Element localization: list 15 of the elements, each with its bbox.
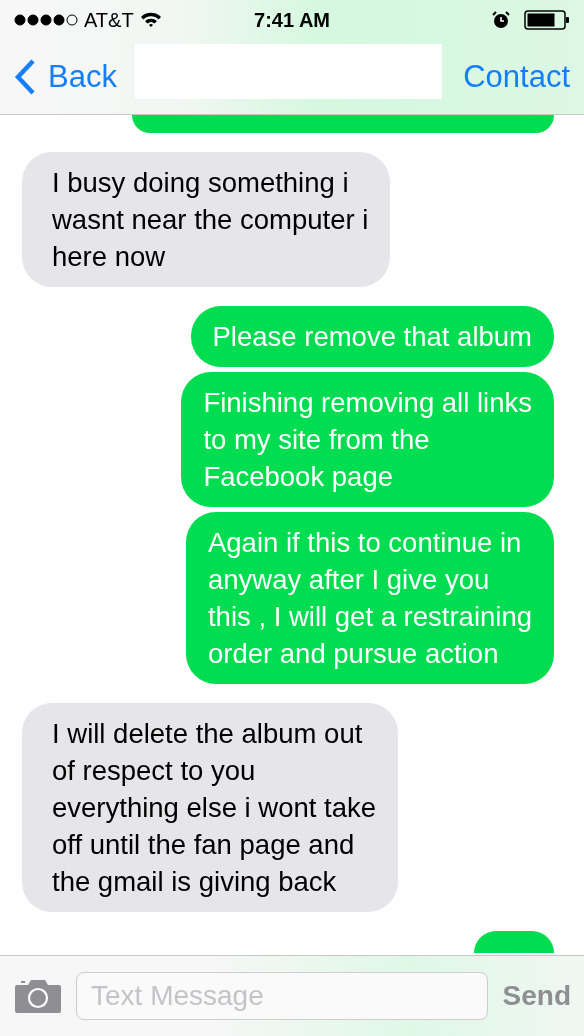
contact-button[interactable]: Contact bbox=[463, 59, 570, 95]
back-button[interactable]: Back bbox=[14, 59, 117, 95]
carrier-name: AT&T bbox=[84, 8, 134, 32]
alarm-icon bbox=[492, 11, 510, 29]
message-bubble: Again if this to continue in anyway after I give you this , I will get a restraining order and pursue action bbox=[185, 512, 554, 684]
signal-icon bbox=[14, 14, 78, 26]
message-bubble: Please remove that album bbox=[190, 306, 554, 367]
message-bubble: I busy doing something i wasnt near the computer i here now bbox=[22, 152, 391, 287]
battery-icon bbox=[524, 10, 570, 30]
wifi-icon bbox=[139, 12, 162, 28]
camera-icon bbox=[15, 979, 61, 1013]
chevron-left-icon bbox=[14, 59, 36, 95]
message-bubble: Finishing removing all links to my site from the Facebook page bbox=[181, 372, 554, 507]
clock-time: 7:41 AM bbox=[254, 8, 330, 32]
message-bubble: I will delete the album out of respect to you everything else i wont take off until the fan page and the gmail is giving back bbox=[22, 703, 399, 912]
